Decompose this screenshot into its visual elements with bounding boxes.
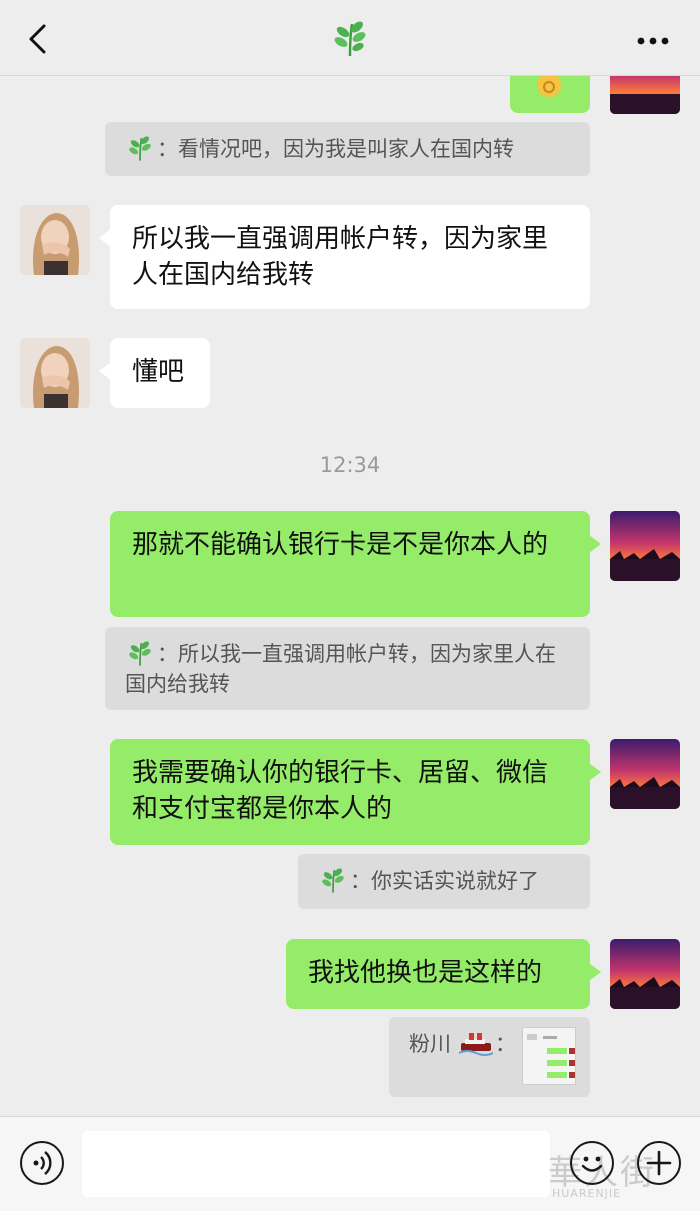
voice-icon	[33, 1151, 52, 1175]
message-text: 我需要确认你的银行卡、居留、微信和支付宝都是你本人的	[132, 758, 549, 824]
more-actions-button[interactable]	[637, 1141, 681, 1185]
timestamp: 12:34	[319, 453, 381, 477]
message-bubble[interactable]: 那就不能确认银行卡是不是你本人的	[110, 511, 601, 617]
chat-header	[0, 0, 700, 76]
contact-avatar[interactable]	[20, 338, 90, 408]
more-options-button[interactable]	[636, 23, 670, 53]
message-input[interactable]	[82, 1131, 550, 1197]
message-bubble[interactable]: 我需要确认你的银行卡、居留、微信和支付宝都是你本人的	[110, 739, 601, 845]
leaf-icon	[334, 21, 366, 57]
message-text: 我找他换也是这样的	[308, 958, 543, 988]
self-avatar[interactable]	[610, 739, 680, 809]
plus-icon	[646, 1150, 672, 1176]
message-list[interactable]: ：看情况吧，因为我是叫家人在国内转 所以我一直强调用帐户转，因为家里人在国内给我…	[0, 76, 700, 1116]
quoted-text: ：看情况吧，因为我是叫家人在国内转	[157, 137, 514, 161]
leaf-icon	[125, 134, 155, 162]
contact-avatar[interactable]	[20, 205, 90, 275]
quoted-text: ：你实话实说就好了	[350, 869, 539, 893]
quoted-reply[interactable]: ：你实话实说就好了	[298, 854, 590, 909]
quoted-text: ：所以我一直强调用帐户转，因为家里人在国内给我转	[125, 642, 556, 696]
partial-message-bubble[interactable]	[510, 76, 590, 113]
message-text: 所以我一直强调用帐户转，因为家里人在国内给我转	[132, 224, 549, 290]
ok-hand-emoji-icon	[537, 76, 561, 97]
quoted-image-thumbnail[interactable]	[522, 1027, 576, 1085]
input-toolbar: 華人街 HUARENJIE	[0, 1116, 700, 1211]
message-text: 那就不能确认银行卡是不是你本人的	[132, 530, 549, 560]
more-icon	[637, 37, 669, 45]
quoted-sender-name: 粉川	[409, 1032, 451, 1056]
self-avatar[interactable]	[610, 76, 680, 114]
message-bubble[interactable]: 我找他换也是这样的	[286, 939, 601, 1009]
self-avatar[interactable]	[610, 939, 680, 1009]
self-avatar[interactable]	[610, 511, 680, 581]
back-button[interactable]	[22, 22, 54, 54]
smiley-icon	[581, 1156, 603, 1172]
ship-emoji-icon	[459, 1033, 493, 1056]
message-bubble[interactable]: 所以我一直强调用帐户转，因为家里人在国内给我转	[99, 205, 590, 309]
leaf-icon	[125, 639, 155, 667]
quoted-separator: ：	[495, 1032, 516, 1056]
leaf-icon	[318, 866, 348, 894]
chevron-left-icon	[29, 24, 46, 54]
message-text: 懂吧	[132, 357, 185, 387]
quoted-image-reply[interactable]: 粉川 ：	[389, 1017, 590, 1097]
voice-input-button[interactable]	[20, 1141, 64, 1185]
message-bubble[interactable]: 懂吧	[99, 338, 210, 408]
quoted-reply[interactable]: ：看情况吧，因为我是叫家人在国内转	[105, 122, 590, 176]
quoted-reply[interactable]: ：所以我一直强调用帐户转，因为家里人在国内给我转	[105, 627, 590, 710]
chat-title	[332, 18, 368, 58]
emoji-button[interactable]	[570, 1141, 614, 1185]
